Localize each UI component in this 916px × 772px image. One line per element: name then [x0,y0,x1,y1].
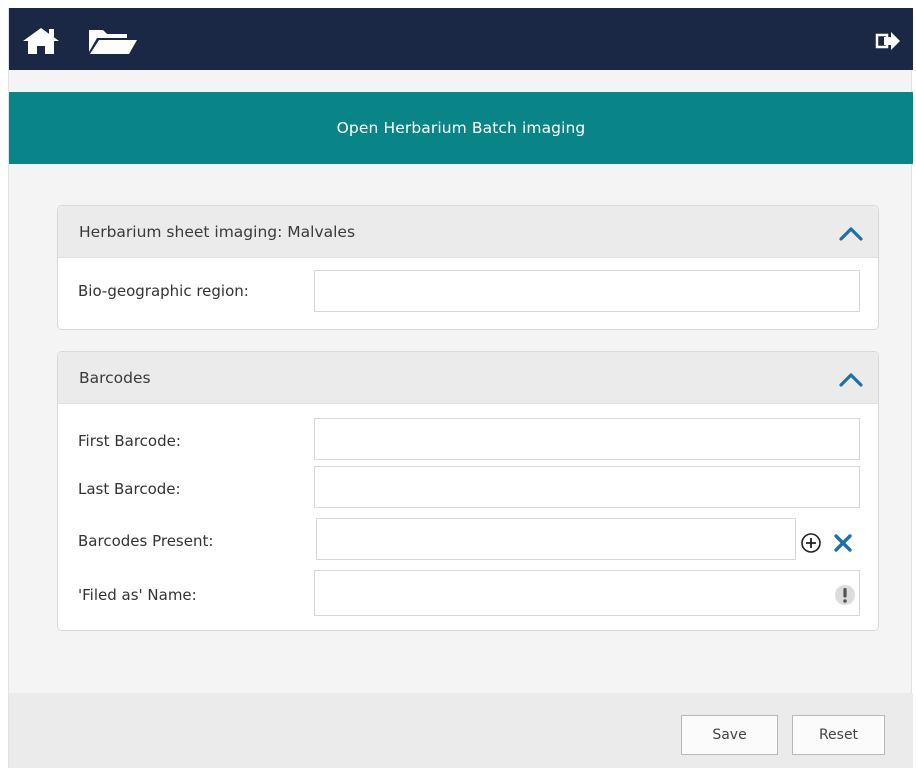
field-label: Last Barcode: [78,480,181,498]
panel-header-herbarium[interactable]: Herbarium sheet imaging: Malvales [58,206,878,258]
chevron-up-icon[interactable] [838,224,864,242]
panel-barcodes: Barcodes First Barcode: Last Barcode: Ba… [57,351,879,631]
form-footer: Save Reset [9,693,913,768]
bio-geographic-region-input[interactable] [314,270,860,312]
save-button[interactable]: Save [681,715,778,755]
panel-title: Herbarium sheet imaging: Malvales [79,222,356,241]
first-barcode-input[interactable] [314,418,860,460]
panel-title: Barcodes [79,368,151,387]
folder-icon[interactable] [87,26,139,56]
chevron-up-icon[interactable] [838,370,864,388]
page-header-band: Open Herbarium Batch imaging [9,92,913,164]
panel-herbarium-sheet-imaging: Herbarium sheet imaging: Malvales Bio-ge… [57,205,879,330]
field-label: Barcodes Present: [78,532,214,550]
panel-header-barcodes[interactable]: Barcodes [58,352,878,404]
page-title: Open Herbarium Batch imaging [336,119,586,137]
barcodes-present-input[interactable] [316,518,796,560]
field-label: 'Filed as' Name: [78,586,197,604]
top-nav-bar [9,8,913,70]
last-barcode-input[interactable] [314,466,860,508]
field-label: Bio-geographic region: [78,282,249,300]
app-window: Open Herbarium Batch imaging Herbarium s… [8,8,913,768]
reset-button[interactable]: Reset [792,715,885,755]
add-circle-icon[interactable] [800,532,822,554]
logout-icon[interactable] [875,30,901,52]
filed-as-name-input[interactable] [314,570,860,616]
remove-x-icon[interactable] [832,532,854,554]
home-icon[interactable] [21,26,61,56]
field-label: First Barcode: [78,432,181,450]
exclamation-icon [835,585,855,605]
